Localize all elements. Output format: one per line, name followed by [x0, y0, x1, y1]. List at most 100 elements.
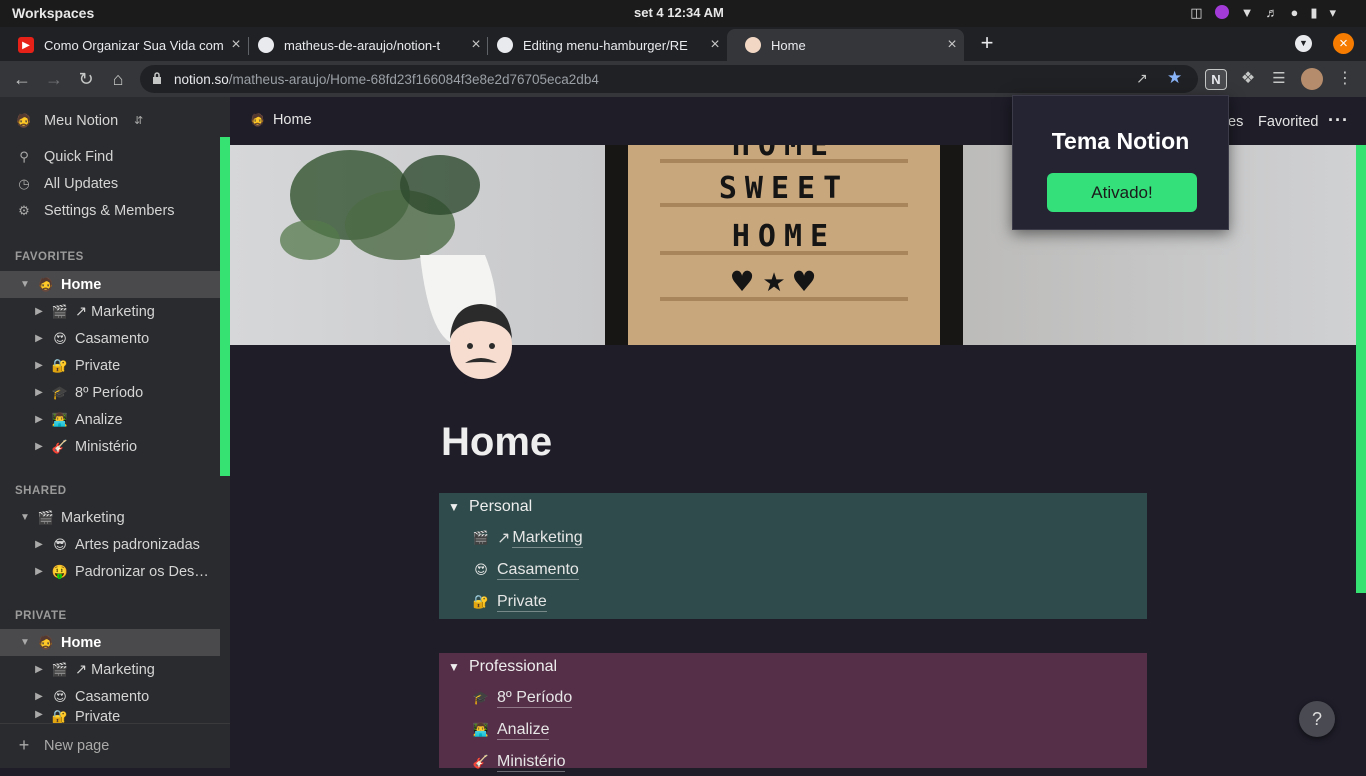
new-page-bar: + New page	[0, 723, 230, 768]
new-page-label: New page	[44, 737, 110, 754]
toggle-down-icon[interactable]: ▼	[439, 660, 469, 674]
main-scrollbar[interactable]	[1356, 145, 1366, 593]
screen-icon[interactable]: ◫	[1190, 5, 1202, 21]
profile-avatar[interactable]	[1301, 68, 1323, 90]
lock-icon[interactable]	[152, 72, 162, 84]
reload-icon[interactable]: ↻	[75, 68, 97, 90]
ativado-button[interactable]: Ativado!	[1047, 173, 1197, 212]
workspace-switcher[interactable]: 🧔 Meu Notion ⇵	[0, 107, 220, 134]
link-arrow-icon: ↗	[497, 530, 511, 547]
toggle-right-icon[interactable]: ▶	[32, 539, 46, 550]
close-window-button[interactable]: ×	[1333, 33, 1354, 54]
professional-toggle[interactable]: ▼ Professional	[439, 653, 1147, 681]
tab-home[interactable]: Home ×	[727, 29, 964, 61]
more-options-icon[interactable]: ···	[1328, 110, 1349, 131]
wifi-icon[interactable]: ▼	[1241, 5, 1254, 21]
updates-button[interactable]: es	[1228, 114, 1243, 130]
sidebar-item-private-home[interactable]: ▼ 🧔 Home	[0, 629, 220, 656]
toggle-down-icon[interactable]: ▼	[18, 279, 32, 290]
toggle-right-icon[interactable]: ▶	[32, 414, 46, 425]
sidebar-scrollbar[interactable]	[220, 137, 230, 476]
page-icon-face[interactable]	[447, 301, 517, 381]
sidebar-item-analize[interactable]: ▶ 👨‍💻 Analize	[0, 406, 220, 433]
volume-icon[interactable]: ♬	[1265, 5, 1278, 21]
tab-search-icon[interactable]: ▼	[1295, 35, 1312, 52]
link-marketing[interactable]: 🎬 ↗ Marketing	[473, 524, 583, 552]
sidebar-item-private-private[interactable]: ▶ 🔐 Private	[0, 709, 220, 723]
sidebar-item-shared-marketing[interactable]: ▼ 🎬 Marketing	[0, 504, 220, 531]
close-tab-icon[interactable]: ×	[703, 36, 727, 54]
professional-heading: Professional	[469, 658, 558, 675]
personal-heading: Personal	[469, 498, 533, 515]
sidebar-item-casamento[interactable]: ▶ 😍 Casamento	[0, 325, 220, 352]
toggle-right-icon[interactable]: ▶	[32, 691, 46, 702]
forward-icon[interactable]: →	[43, 68, 65, 90]
media-control-icon[interactable]: ☰	[1268, 68, 1290, 90]
sidebar-item-padronizar[interactable]: ▶ 🤑 Padronizar os Des…	[0, 558, 220, 585]
link-private[interactable]: 🔐 Private	[473, 588, 547, 616]
power-menu-icon[interactable]: ▾	[1329, 5, 1336, 21]
toggle-right-icon[interactable]: ▶	[32, 566, 46, 577]
sidebar-item-private-casamento[interactable]: ▶ 😍 Casamento	[0, 683, 220, 710]
bookmark-star-icon[interactable]: ★	[1167, 68, 1182, 88]
gear-icon: ⚙	[18, 202, 30, 218]
toggle-right-icon[interactable]: ▶	[32, 664, 46, 675]
popup-title: Tema Notion	[1051, 128, 1190, 154]
sidebar-item-label: Ministério	[75, 438, 138, 455]
toggle-right-icon[interactable]: ▶	[32, 306, 46, 317]
personal-toggle[interactable]: ▼ Personal	[439, 493, 1147, 521]
address-bar[interactable]: notion.so/matheus-araujo/Home-68fd23f166…	[140, 65, 1198, 93]
link-ministerio[interactable]: 🎸 Ministério	[473, 748, 566, 776]
notion-extension-icon[interactable]: N	[1205, 69, 1227, 90]
toggle-down-icon[interactable]: ▼	[18, 512, 32, 523]
quick-find[interactable]: ⚲ Quick Find	[0, 143, 220, 170]
tab-youtube[interactable]: ▶ Como Organizar Sua Vida com ×	[0, 29, 248, 61]
technologist-icon: 👨‍💻	[472, 722, 490, 737]
toggle-right-icon[interactable]: ▶	[32, 387, 46, 398]
link-periodo[interactable]: 🎓 8º Período	[473, 684, 573, 712]
private-heading[interactable]: PRIVATE	[15, 610, 67, 622]
favorited-button[interactable]: Favorited	[1258, 114, 1318, 130]
url-text[interactable]: notion.so/matheus-araujo/Home-68fd23f166…	[174, 72, 599, 87]
new-tab-button[interactable]: +	[976, 32, 998, 54]
new-page-button[interactable]: + New page	[0, 732, 220, 759]
settings-members[interactable]: ⚙ Settings & Members	[0, 197, 220, 224]
help-button[interactable]: ?	[1299, 701, 1335, 737]
close-tab-icon[interactable]: ×	[940, 36, 964, 54]
chrome-menu-icon[interactable]: ⋮	[1334, 68, 1356, 90]
back-icon[interactable]: ←	[11, 68, 33, 90]
sidebar-item-label: Home	[61, 634, 102, 651]
sidebar-item-home[interactable]: ▼ 🧔 Home	[0, 271, 220, 298]
open-in-app-icon[interactable]: ↗	[1136, 70, 1148, 87]
toggle-right-icon[interactable]: ▶	[32, 709, 46, 720]
mic-icon[interactable]: ●	[1290, 5, 1298, 21]
toggle-right-icon[interactable]: ▶	[32, 441, 46, 452]
toggle-down-icon[interactable]: ▼	[439, 500, 469, 514]
sidebar-item-marketing[interactable]: ▶ 🎬 ↗ Marketing	[0, 298, 220, 325]
link-casamento[interactable]: 😍 Casamento	[473, 556, 579, 584]
toggle-right-icon[interactable]: ▶	[32, 333, 46, 344]
sidebar-item-label: Analize	[75, 411, 123, 428]
breadcrumb[interactable]: 🧔 Home	[250, 112, 312, 128]
battery-icon[interactable]: ▮	[1310, 5, 1317, 21]
sidebar-item-private[interactable]: ▶ 🔐 Private	[0, 352, 220, 379]
all-updates[interactable]: ◷ All Updates	[0, 170, 220, 197]
link-analize[interactable]: 👨‍💻 Analize	[472, 716, 550, 744]
home-icon[interactable]: ⌂	[107, 68, 129, 90]
extensions-puzzle-icon[interactable]: ❖	[1237, 68, 1259, 90]
toggle-down-icon[interactable]: ▼	[18, 637, 32, 648]
favorites-heading[interactable]: FAVORITES	[15, 251, 84, 263]
tab-github-notion[interactable]: matheus-de-araujo/notion-t ×	[240, 29, 488, 61]
page-title[interactable]: Home	[441, 420, 552, 465]
workspaces-button[interactable]: Workspaces	[12, 5, 94, 21]
tab-github-editing[interactable]: Editing menu-hamburger/RE ×	[479, 29, 727, 61]
toggle-right-icon[interactable]: ▶	[32, 360, 46, 371]
shared-heading[interactable]: SHARED	[15, 485, 67, 497]
sidebar-item-periodo[interactable]: ▶ 🎓 8º Período	[0, 379, 220, 406]
sidebar-item-label: Padronizar os Des…	[75, 563, 209, 580]
app-indicator-icon[interactable]	[1214, 5, 1229, 19]
sidebar-item-ministerio[interactable]: ▶ 🎸 Ministério	[0, 433, 220, 460]
clock[interactable]: set 4 12:34 AM	[634, 5, 724, 20]
sidebar-item-private-marketing[interactable]: ▶ 🎬 ↗ Marketing	[0, 656, 220, 683]
sidebar-item-artes[interactable]: ▶ 😎 Artes padronizadas	[0, 531, 220, 558]
